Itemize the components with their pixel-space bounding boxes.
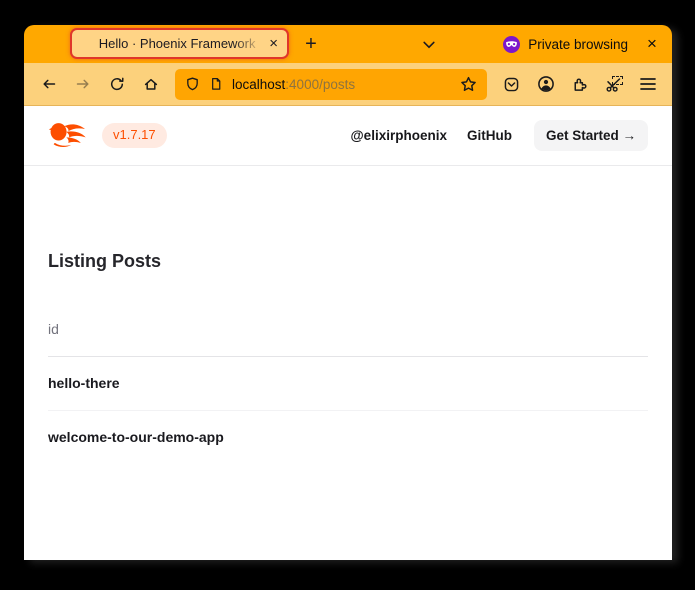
post-id-cell[interactable]: hello-there bbox=[48, 357, 648, 411]
account-button[interactable] bbox=[530, 69, 561, 99]
browser-window: Hello · Phoenix Framework × + Private br… bbox=[24, 25, 672, 560]
private-browsing-mask-icon bbox=[503, 36, 520, 53]
reload-icon bbox=[109, 76, 125, 92]
get-started-button[interactable]: Get Started → bbox=[534, 120, 648, 151]
table-row[interactable]: welcome-to-our-demo-app bbox=[48, 411, 648, 465]
link-github[interactable]: GitHub bbox=[467, 128, 512, 143]
forward-button[interactable] bbox=[67, 69, 98, 99]
phoenix-logo[interactable] bbox=[48, 120, 90, 152]
post-id-cell[interactable]: welcome-to-our-demo-app bbox=[48, 411, 648, 465]
home-button[interactable] bbox=[135, 69, 166, 99]
page-content: v1.7.17 @elixirphoenix GitHub Get Starte… bbox=[24, 106, 672, 560]
screenshot-scissors-icon bbox=[605, 76, 623, 93]
url-text[interactable]: localhost:4000/posts bbox=[232, 77, 451, 92]
table-row[interactable]: hello-there bbox=[48, 357, 648, 411]
column-header-id: id bbox=[48, 319, 648, 357]
titlebar[interactable]: Hello · Phoenix Framework × + Private br… bbox=[24, 25, 672, 63]
page-permissions-icon[interactable] bbox=[209, 76, 223, 92]
private-browsing-indicator: Private browsing bbox=[503, 25, 628, 63]
tabs-dropdown-chevron[interactable] bbox=[416, 33, 442, 57]
reload-button[interactable] bbox=[101, 69, 132, 99]
puzzle-piece-icon bbox=[571, 76, 588, 93]
version-badge: v1.7.17 bbox=[102, 123, 167, 148]
forward-arrow-icon bbox=[75, 76, 91, 92]
site-navbar: v1.7.17 @elixirphoenix GitHub Get Starte… bbox=[24, 106, 672, 166]
home-icon bbox=[143, 76, 159, 92]
menu-button[interactable] bbox=[632, 69, 663, 99]
page-title: Listing Posts bbox=[48, 247, 648, 275]
account-icon bbox=[537, 75, 555, 93]
navigation-toolbar: localhost:4000/posts bbox=[24, 63, 672, 106]
private-browsing-label: Private browsing bbox=[528, 37, 628, 52]
hamburger-menu-icon bbox=[640, 77, 656, 91]
tab-hello-phoenix[interactable]: Hello · Phoenix Framework × bbox=[70, 28, 289, 59]
back-arrow-icon bbox=[41, 76, 57, 92]
screenshot-button[interactable] bbox=[598, 69, 629, 99]
url-path: :4000/posts bbox=[285, 77, 355, 92]
shield-icon[interactable] bbox=[185, 76, 200, 92]
chevron-down-icon bbox=[423, 41, 435, 49]
table-header-row: id bbox=[48, 319, 648, 357]
extensions-button[interactable] bbox=[564, 69, 595, 99]
pocket-button[interactable] bbox=[496, 69, 527, 99]
tab-title: Hello · Phoenix Framework bbox=[88, 36, 266, 51]
pocket-icon bbox=[503, 76, 520, 93]
main-section: Listing Posts id hello-there welcome-to-… bbox=[24, 166, 672, 464]
link-elixirphoenix[interactable]: @elixirphoenix bbox=[351, 128, 447, 143]
new-tab-button[interactable]: + bbox=[298, 31, 324, 57]
tab-close-icon[interactable]: × bbox=[266, 34, 281, 53]
posts-table: id hello-there welcome-to-our-demo-app bbox=[48, 319, 648, 464]
window-close-button[interactable]: × bbox=[639, 31, 665, 57]
back-button[interactable] bbox=[33, 69, 64, 99]
bookmark-star-icon[interactable] bbox=[460, 76, 477, 93]
url-host: localhost bbox=[232, 77, 285, 92]
scissors-icon bbox=[605, 76, 623, 93]
url-bar[interactable]: localhost:4000/posts bbox=[175, 69, 487, 100]
